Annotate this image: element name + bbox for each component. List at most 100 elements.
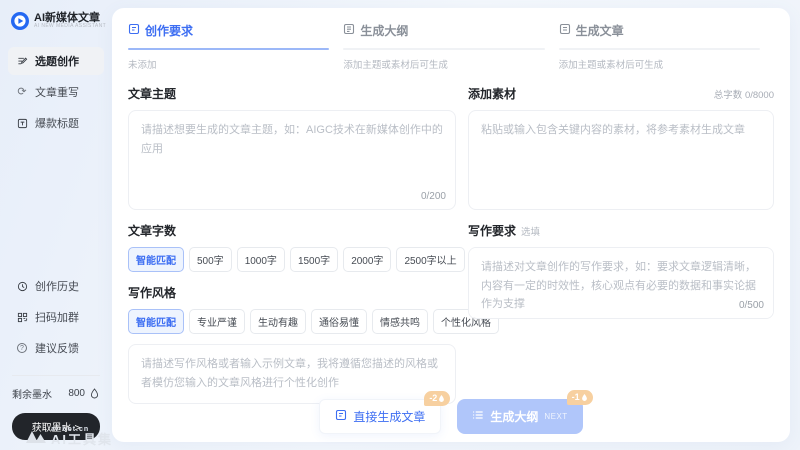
app-subtitle: AI NEW MEDIA ASSISTANT — [34, 24, 106, 30]
requirements-counter: 0/500 — [735, 300, 764, 311]
get-ink-button[interactable]: 获取墨水 > — [12, 413, 100, 440]
word-count-option-500[interactable]: 500字 — [189, 247, 232, 272]
sidebar-item-label: 选题创作 — [35, 53, 79, 69]
style-option-emotional[interactable]: 情感共鸣 — [372, 309, 428, 334]
sidebar-item-label: 建议反馈 — [35, 340, 79, 356]
edit-icon — [16, 55, 28, 67]
question-icon: ? — [16, 342, 28, 354]
tab-label: 生成大纲 — [360, 22, 408, 39]
word-count-section-title: 文章字数 — [128, 222, 456, 239]
tab-subtitle: 添加主题或素材后可生成 — [343, 57, 544, 71]
drop-icon — [581, 393, 588, 402]
ink-drop-icon — [88, 388, 100, 400]
rewrite-icon: ⟳ — [16, 86, 28, 98]
sidebar-item-label: 扫码加群 — [35, 309, 79, 325]
style-section-title: 写作风格 — [128, 284, 456, 301]
topic-field: 0/200 — [128, 110, 456, 210]
document-icon — [128, 23, 140, 38]
sidebar-divider — [12, 375, 100, 376]
app-root: AI新媒体文章 AI NEW MEDIA ASSISTANT 选题创作 ⟳ 文章… — [0, 0, 800, 450]
outline-icon — [343, 23, 355, 38]
requirements-title-text: 写作要求 — [468, 222, 516, 239]
form-content: 文章主题 0/200 文章字数 智能匹配 500字 1000字 1500字 20… — [128, 77, 774, 404]
title-icon — [16, 117, 28, 129]
topic-textarea[interactable] — [128, 110, 456, 210]
tab-generate-outline[interactable]: 生成大纲 添加主题或素材后可生成 — [343, 22, 558, 71]
left-column: 文章主题 0/200 文章字数 智能匹配 500字 1000字 1500字 20… — [128, 77, 456, 404]
app-logo-text: AI新媒体文章 AI NEW MEDIA ASSISTANT — [34, 12, 106, 30]
tab-label: 创作要求 — [145, 22, 193, 39]
style-option-professional[interactable]: 专业严谨 — [189, 309, 245, 334]
material-section-title: 添加素材 总字数 0/8000 — [468, 85, 774, 102]
topic-section-title: 文章主题 — [128, 85, 456, 102]
requirements-section-title: 写作要求 选填 — [468, 222, 774, 239]
material-textarea[interactable] — [468, 110, 774, 210]
ink-balance: 剩余墨水 800 — [0, 382, 112, 405]
word-count-option-1000[interactable]: 1000字 — [237, 247, 285, 272]
generate-article-cost-badge: -2 — [424, 391, 450, 406]
word-count-option-2500plus[interactable]: 2500字以上 — [396, 247, 464, 272]
sidebar-item-article-rewrite[interactable]: ⟳ 文章重写 — [8, 78, 104, 106]
tab-progress-line — [128, 48, 329, 50]
right-column: 添加素材 总字数 0/8000 写作要求 选填 0/500 — [468, 77, 774, 404]
tab-generate-article[interactable]: 生成文章 添加主题或素材后可生成 — [559, 22, 774, 71]
word-count-option-1500[interactable]: 1500字 — [290, 247, 338, 272]
style-option-plain[interactable]: 通俗易懂 — [311, 309, 367, 334]
style-option-vivid[interactable]: 生动有趣 — [250, 309, 306, 334]
ink-balance-label: 剩余墨水 — [12, 386, 52, 401]
app-logo: AI新媒体文章 AI NEW MEDIA ASSISTANT — [0, 12, 112, 30]
sidebar-item-feedback[interactable]: ? 建议反馈 — [8, 334, 104, 362]
step-tabs: 创作要求 未添加 生成大纲 添加主题或素材后可生成 — [128, 22, 774, 71]
tab-progress-line — [343, 48, 544, 50]
sidebar-item-topic-creation[interactable]: 选题创作 — [8, 47, 104, 75]
generate-outline-label: 生成大纲 — [490, 408, 538, 425]
tab-creation-requirements[interactable]: 创作要求 未添加 — [128, 22, 343, 71]
sidebar-item-label: 创作历史 — [35, 278, 79, 294]
tab-label: 生成文章 — [576, 22, 624, 39]
topic-counter: 0/200 — [417, 191, 446, 202]
material-total-value: 0/8000 — [745, 90, 774, 101]
sidebar: AI新媒体文章 AI NEW MEDIA ASSISTANT 选题创作 ⟳ 文章… — [0, 0, 112, 450]
style-options: 智能匹配 专业严谨 生动有趣 通俗易懂 情感共鸣 个性化风格 — [128, 309, 456, 334]
generate-article-label: 直接生成文章 — [353, 408, 425, 425]
bottom-actions: 直接生成文章 -2 生成大纲 NEXT -1 — [112, 399, 790, 434]
sidebar-item-hot-title[interactable]: 爆款标题 — [8, 109, 104, 137]
material-field — [468, 110, 774, 210]
generate-outline-button[interactable]: 生成大纲 NEXT -1 — [457, 399, 582, 434]
word-count-option-smart[interactable]: 智能匹配 — [128, 247, 184, 272]
requirements-field: 0/500 — [468, 247, 774, 319]
article-doc-icon — [335, 409, 347, 424]
drop-icon — [438, 394, 445, 403]
word-count-option-2000[interactable]: 2000字 — [343, 247, 391, 272]
sidebar-item-label: 爆款标题 — [35, 115, 79, 131]
style-option-smart[interactable]: 智能匹配 — [128, 309, 184, 334]
requirements-optional-label: 选填 — [521, 224, 540, 238]
clock-icon — [16, 280, 28, 292]
sidebar-menu: 选题创作 ⟳ 文章重写 爆款标题 — [0, 44, 112, 140]
main-panel: 创作要求 未添加 生成大纲 添加主题或素材后可生成 — [112, 8, 790, 442]
cost-value: -2 — [429, 393, 437, 404]
tab-subtitle: 添加主题或素材后可生成 — [559, 57, 760, 71]
style-field — [128, 344, 456, 404]
word-count-options: 智能匹配 500字 1000字 1500字 2000字 2500字以上 — [128, 247, 456, 272]
ink-balance-value: 800 — [68, 388, 85, 399]
sidebar-item-label: 文章重写 — [35, 84, 79, 100]
generate-outline-cost-badge: -1 — [567, 390, 593, 405]
requirements-textarea[interactable] — [468, 247, 774, 319]
list-icon — [472, 409, 484, 424]
material-title-text: 添加素材 — [468, 85, 516, 102]
material-total-label: 总字数 — [714, 90, 743, 101]
generate-article-button[interactable]: 直接生成文章 -2 — [319, 399, 441, 434]
article-icon — [559, 23, 571, 38]
qrcode-icon — [16, 311, 28, 323]
material-total-counter: 总字数 0/8000 — [714, 87, 774, 101]
tab-progress-line — [559, 48, 760, 50]
app-logo-icon — [11, 12, 29, 30]
sidebar-spacer — [0, 140, 112, 269]
style-textarea[interactable] — [128, 344, 456, 404]
sidebar-item-creation-history[interactable]: 创作历史 — [8, 272, 104, 300]
next-label: NEXT — [544, 412, 567, 421]
sidebar-item-qr-group[interactable]: 扫码加群 — [8, 303, 104, 331]
tab-subtitle: 未添加 — [128, 57, 329, 71]
cost-value: -1 — [572, 392, 580, 403]
